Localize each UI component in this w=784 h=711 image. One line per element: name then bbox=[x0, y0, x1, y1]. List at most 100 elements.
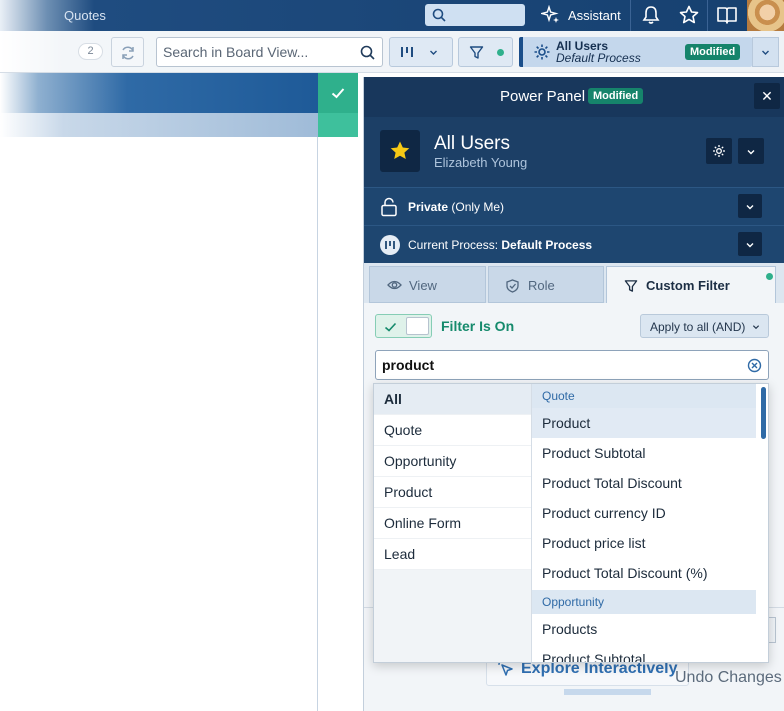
chevron-down-icon bbox=[430, 50, 437, 55]
board-search-input[interactable] bbox=[163, 44, 353, 60]
group-header-label: Opportunity bbox=[542, 595, 605, 609]
category-item-opportunity[interactable]: Opportunity bbox=[374, 446, 531, 477]
close-button[interactable]: ✕ bbox=[754, 83, 780, 109]
process-name: Default Process bbox=[501, 238, 593, 252]
field-item[interactable]: Product Subtotal bbox=[532, 438, 756, 468]
tab-role[interactable]: Role bbox=[488, 266, 604, 303]
bell-icon[interactable] bbox=[640, 4, 662, 26]
field-label: Product Subtotal bbox=[542, 651, 646, 663]
global-search-box[interactable] bbox=[425, 4, 525, 26]
view-settings-button[interactable] bbox=[706, 138, 732, 164]
field-label: Product bbox=[542, 415, 591, 431]
gear-icon bbox=[534, 44, 550, 60]
star-icon[interactable] bbox=[678, 4, 700, 26]
divider bbox=[630, 0, 631, 31]
avatar[interactable] bbox=[747, 0, 784, 31]
search-icon[interactable] bbox=[360, 45, 375, 60]
field-label: Product currency ID bbox=[542, 505, 666, 521]
checkmark-icon bbox=[384, 322, 397, 332]
process-menu-button[interactable] bbox=[752, 37, 779, 67]
view-owner-section: All Users Elizabeth Young bbox=[364, 117, 784, 187]
select-cell bbox=[318, 113, 358, 137]
app-top-bar: Quotes Assistant bbox=[0, 0, 784, 31]
scrollbar[interactable] bbox=[761, 387, 766, 439]
group-header-quote: Quote bbox=[532, 384, 756, 408]
panel-footer-bar bbox=[564, 689, 651, 695]
category-item-all[interactable]: All bbox=[374, 384, 531, 415]
toggle-knob bbox=[406, 317, 429, 335]
category-item-lead[interactable]: Lead bbox=[374, 539, 531, 570]
chevron-down-icon bbox=[762, 50, 769, 55]
shield-icon bbox=[506, 279, 519, 293]
board-search-field[interactable] bbox=[156, 37, 383, 67]
privacy-menu-button[interactable] bbox=[738, 194, 762, 218]
filter-active-dot bbox=[766, 273, 773, 280]
refresh-button[interactable] bbox=[111, 37, 144, 67]
category-label: Product bbox=[384, 484, 433, 500]
group-header-opportunity: Opportunity bbox=[532, 590, 756, 614]
field-item[interactable]: Product price list bbox=[532, 528, 756, 558]
tab-label: Role bbox=[528, 278, 555, 293]
field-item[interactable]: Products bbox=[532, 614, 756, 644]
filter-icon bbox=[624, 280, 638, 292]
refresh-icon bbox=[122, 46, 134, 60]
field-item[interactable]: Product currency ID bbox=[532, 498, 756, 528]
assistant-button[interactable]: Assistant bbox=[541, 5, 621, 25]
modified-badge: Modified bbox=[588, 88, 644, 104]
field-label: Product Total Discount bbox=[542, 475, 682, 491]
book-icon[interactable] bbox=[716, 4, 738, 26]
process-menu-button[interactable] bbox=[738, 232, 762, 256]
sparkle-icon bbox=[541, 5, 559, 23]
select-all-cell[interactable] bbox=[318, 73, 358, 113]
power-panel-header: Power Panel Modified ✕ bbox=[364, 77, 784, 117]
checkmark-icon bbox=[331, 88, 345, 99]
board-view-button[interactable] bbox=[389, 37, 453, 67]
chevron-down-icon bbox=[752, 325, 760, 330]
board-column-header bbox=[0, 73, 318, 113]
field-picker-dropdown: All Quote Opportunity Product Online For… bbox=[373, 383, 769, 663]
search-icon bbox=[432, 8, 446, 22]
category-item-online-form[interactable]: Online Form bbox=[374, 508, 531, 539]
divider bbox=[317, 137, 318, 711]
current-process-row[interactable]: Current Process: Default Process bbox=[364, 225, 784, 263]
field-item[interactable]: Product Total Discount bbox=[532, 468, 756, 498]
modified-badge: Modified bbox=[685, 44, 741, 60]
field-search-field[interactable] bbox=[375, 350, 769, 380]
favorite-button[interactable] bbox=[380, 130, 420, 172]
filter-toggle[interactable] bbox=[375, 314, 432, 338]
apply-to-all-dropdown[interactable]: Apply to all (AND) bbox=[640, 314, 769, 338]
field-label: Products bbox=[542, 621, 598, 637]
field-item[interactable]: Product bbox=[532, 408, 756, 438]
process-icon bbox=[380, 235, 400, 255]
filter-icon bbox=[469, 46, 484, 59]
eye-icon bbox=[387, 280, 402, 290]
assistant-label: Assistant bbox=[568, 7, 621, 23]
breadcrumb[interactable]: Quotes bbox=[64, 8, 106, 23]
category-label: Lead bbox=[384, 546, 416, 562]
chevron-down-icon bbox=[747, 150, 755, 155]
process-label: Current Process: Default Process bbox=[408, 238, 592, 252]
category-item-quote[interactable]: Quote bbox=[374, 415, 531, 446]
board-columns-icon bbox=[401, 47, 413, 57]
privacy-label: Private (Only Me) bbox=[408, 200, 504, 214]
field-label: Product price list bbox=[542, 535, 646, 551]
field-list: Quote Product Product Subtotal Product T… bbox=[531, 384, 768, 663]
close-icon: ✕ bbox=[761, 88, 773, 104]
field-item[interactable]: Product Total Discount (%) bbox=[532, 558, 756, 588]
group-header-label: Quote bbox=[542, 389, 575, 403]
undo-changes-button[interactable]: Undo Changes bbox=[675, 669, 782, 687]
filter-toggle-button[interactable] bbox=[458, 37, 513, 67]
clear-icon[interactable] bbox=[747, 358, 762, 373]
field-search-input[interactable] bbox=[382, 357, 732, 373]
privacy-row[interactable]: Private (Only Me) bbox=[364, 187, 784, 225]
tab-view[interactable]: View bbox=[369, 266, 486, 303]
process-selector[interactable]: All Users Default Process Modified bbox=[519, 37, 752, 67]
category-item-product[interactable]: Product bbox=[374, 477, 531, 508]
view-menu-button[interactable] bbox=[738, 138, 764, 164]
field-item[interactable]: Product Subtotal bbox=[532, 644, 756, 663]
category-label: All bbox=[384, 391, 402, 407]
privacy-detail: (Only Me) bbox=[448, 200, 505, 214]
category-list: All Quote Opportunity Product Online For… bbox=[374, 384, 531, 570]
filter-status-label: Filter Is On bbox=[441, 318, 515, 334]
tab-custom-filter[interactable]: Custom Filter bbox=[606, 266, 776, 303]
